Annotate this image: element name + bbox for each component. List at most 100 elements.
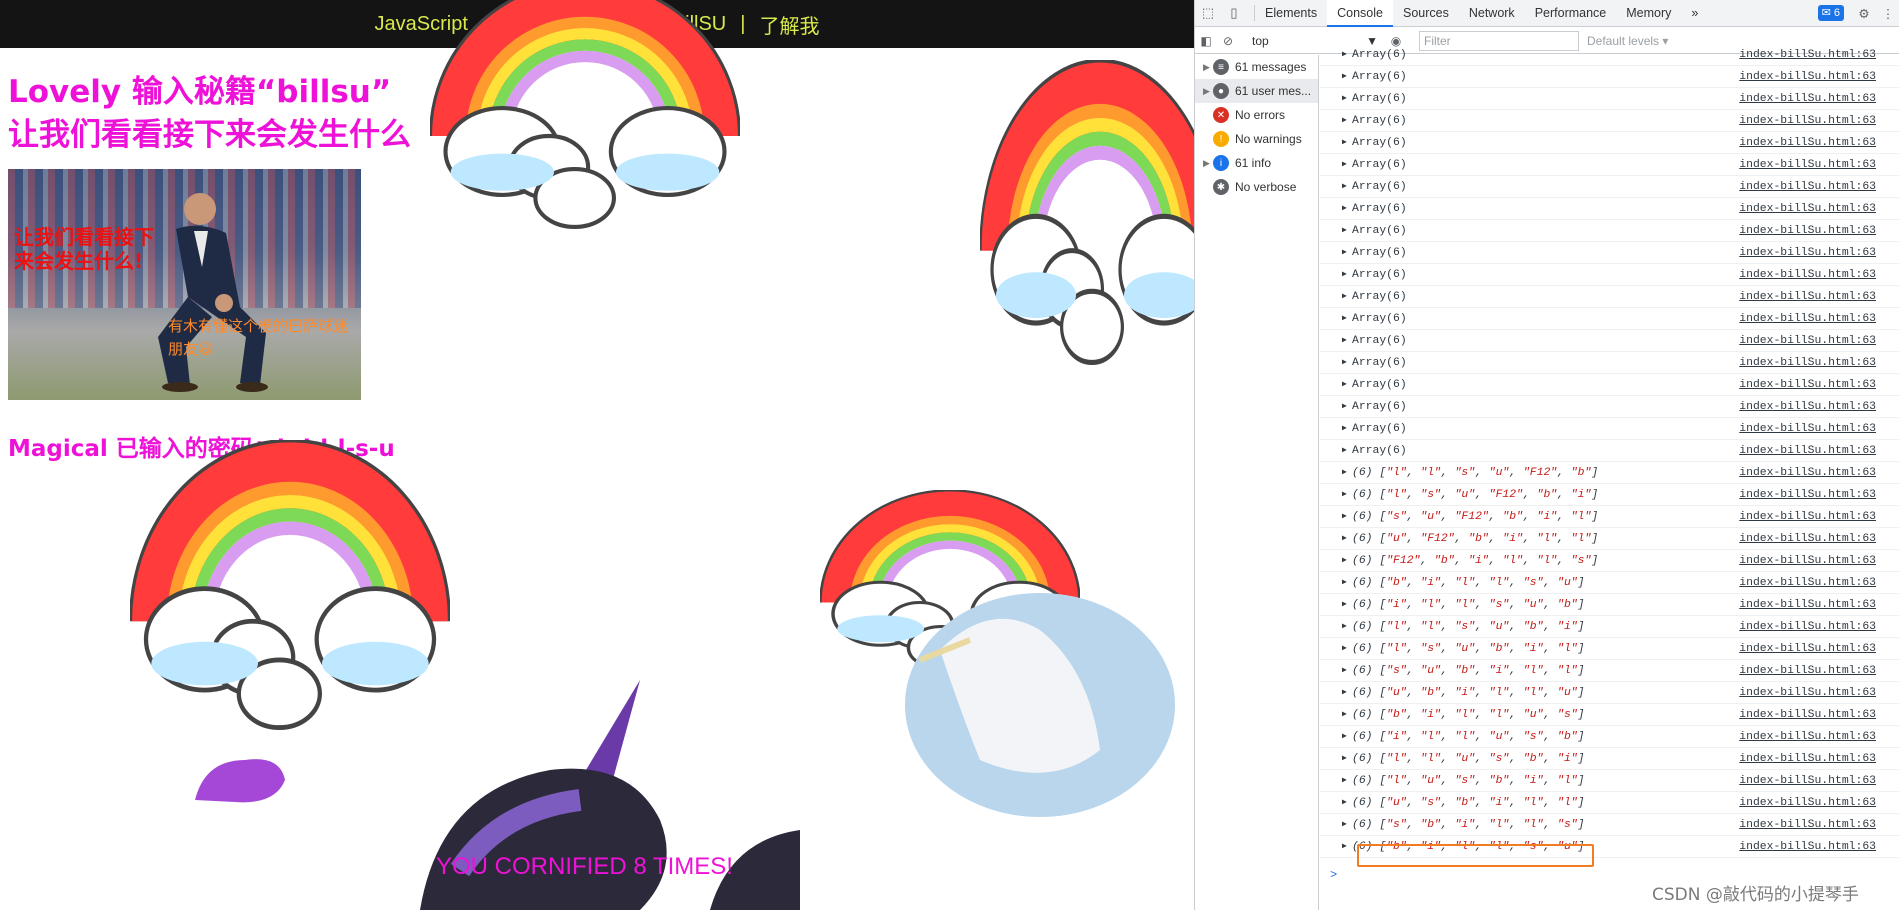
sidebar-item-5[interactable]: ✱ No verbose: [1195, 175, 1318, 199]
log-row[interactable]: ▶ Array(6) index-billSu.html:63: [1320, 330, 1899, 352]
source-link[interactable]: index-billSu.html:63: [1739, 308, 1876, 330]
console-prompt[interactable]: >: [1330, 868, 1337, 882]
source-link[interactable]: index-billSu.html:63: [1739, 638, 1876, 660]
expand-arrow-icon[interactable]: ▶: [1342, 814, 1347, 836]
log-row[interactable]: ▶ Array(6) index-billSu.html:63: [1320, 176, 1899, 198]
expand-arrow-icon[interactable]: ▶: [1342, 88, 1347, 110]
expand-arrow-icon[interactable]: ▶: [1342, 330, 1347, 352]
expand-arrow-icon[interactable]: ▶: [1342, 308, 1347, 330]
source-link[interactable]: index-billSu.html:63: [1739, 352, 1876, 374]
log-row[interactable]: ▶ Array(6) index-billSu.html:63: [1320, 132, 1899, 154]
device-toolbar-icon[interactable]: ▯: [1221, 0, 1247, 27]
source-link[interactable]: index-billSu.html:63: [1739, 550, 1876, 572]
expand-arrow-icon[interactable]: ▶: [1342, 792, 1347, 814]
log-row[interactable]: ▶ (6) ["i", "l", "l", "u", "s", "b"] index…: [1320, 726, 1899, 748]
expand-arrow-icon[interactable]: ▶: [1342, 132, 1347, 154]
source-link[interactable]: index-billSu.html:63: [1739, 418, 1876, 440]
source-link[interactable]: index-billSu.html:63: [1739, 506, 1876, 528]
tab-performance[interactable]: Performance: [1525, 0, 1617, 27]
log-row[interactable]: ▶ (6) ["s", "b", "i", "l", "l", "s"] index…: [1320, 814, 1899, 836]
tab-network[interactable]: Network: [1459, 0, 1525, 27]
log-row[interactable]: ▶ Array(6) index-billSu.html:63: [1320, 264, 1899, 286]
log-row[interactable]: ▶ (6) ["l", "s", "u", "F12", "b", "i"] ind…: [1320, 484, 1899, 506]
log-row[interactable]: ▶ (6) ["l", "l", "s", "u", "F12", "b"] ind…: [1320, 462, 1899, 484]
expand-arrow-icon[interactable]: ▶: [1342, 682, 1347, 704]
source-link[interactable]: index-billSu.html:63: [1739, 792, 1876, 814]
source-link[interactable]: index-billSu.html:63: [1739, 220, 1876, 242]
nav-link-about[interactable]: 了解我: [759, 10, 819, 39]
expand-arrow-icon[interactable]: ▶: [1342, 220, 1347, 242]
source-link[interactable]: index-billSu.html:63: [1739, 330, 1876, 352]
source-link[interactable]: index-billSu.html:63: [1739, 682, 1876, 704]
kebab-menu-icon[interactable]: ⋮: [1876, 6, 1899, 21]
sidebar-toggle-icon[interactable]: ◧: [1195, 29, 1217, 53]
log-row[interactable]: ▶ (6) ["s", "u", "b", "i", "l", "l"] index…: [1320, 660, 1899, 682]
source-link[interactable]: index-billSu.html:63: [1739, 264, 1876, 286]
expand-arrow-icon[interactable]: ▶: [1342, 506, 1347, 528]
source-link[interactable]: index-billSu.html:63: [1739, 770, 1876, 792]
expand-arrow-icon[interactable]: ▶: [1342, 770, 1347, 792]
expand-arrow-icon[interactable]: ▶: [1342, 616, 1347, 638]
source-link[interactable]: index-billSu.html:63: [1739, 44, 1876, 66]
tab-elements[interactable]: Elements: [1255, 0, 1327, 27]
expand-arrow-icon[interactable]: ▶: [1342, 704, 1347, 726]
gear-icon[interactable]: ⚙: [1852, 6, 1876, 21]
log-row[interactable]: ▶ Array(6) index-billSu.html:63: [1320, 198, 1899, 220]
log-row[interactable]: ▶ Array(6) index-billSu.html:63: [1320, 242, 1899, 264]
source-link[interactable]: index-billSu.html:63: [1739, 66, 1876, 88]
source-link[interactable]: index-billSu.html:63: [1739, 484, 1876, 506]
expand-arrow-icon[interactable]: ▶: [1342, 352, 1347, 374]
log-row[interactable]: ▶ (6) ["u", "b", "i", "l", "l", "u"] index…: [1320, 682, 1899, 704]
expand-arrow-icon[interactable]: ▶: [1342, 198, 1347, 220]
log-row[interactable]: ▶ Array(6) index-billSu.html:63: [1320, 154, 1899, 176]
expand-arrow-icon[interactable]: ▶: [1342, 374, 1347, 396]
inspect-element-icon[interactable]: ⬚: [1195, 0, 1221, 27]
source-link[interactable]: index-billSu.html:63: [1739, 242, 1876, 264]
source-link[interactable]: index-billSu.html:63: [1739, 110, 1876, 132]
tab-console[interactable]: Console: [1327, 0, 1393, 27]
source-link[interactable]: index-billSu.html:63: [1739, 132, 1876, 154]
more-tabs-button[interactable]: »: [1681, 0, 1708, 27]
expand-arrow-icon[interactable]: ▶: [1342, 550, 1347, 572]
log-row[interactable]: ▶ (6) ["u", "s", "b", "i", "l", "l"] index…: [1320, 792, 1899, 814]
log-row[interactable]: ▶ Array(6) index-billSu.html:63: [1320, 220, 1899, 242]
log-row[interactable]: ▶ (6) ["s", "u", "F12", "b", "i", "l"] ind…: [1320, 506, 1899, 528]
expand-arrow-icon[interactable]: ▶: [1342, 462, 1347, 484]
source-link[interactable]: index-billSu.html:63: [1739, 88, 1876, 110]
log-row[interactable]: ▶ (6) ["F12", "b", "i", "l", "l", "s"] ind…: [1320, 550, 1899, 572]
issues-badge[interactable]: ✉ 6: [1817, 5, 1844, 21]
source-link[interactable]: index-billSu.html:63: [1739, 154, 1876, 176]
log-row[interactable]: ▶ Array(6) index-billSu.html:63: [1320, 374, 1899, 396]
tab-sources[interactable]: Sources: [1393, 0, 1459, 27]
source-link[interactable]: index-billSu.html:63: [1739, 748, 1876, 770]
source-link[interactable]: index-billSu.html:63: [1739, 836, 1876, 858]
tab-memory[interactable]: Memory: [1616, 0, 1681, 27]
log-row[interactable]: ▶ (6) ["l", "u", "s", "b", "i", "l"] index…: [1320, 770, 1899, 792]
log-row[interactable]: ▶ (6) ["u", "F12", "b", "i", "l", "l"] ind…: [1320, 528, 1899, 550]
expand-arrow-icon[interactable]: ▶: [1342, 176, 1347, 198]
expand-arrow-icon[interactable]: ▶: [1342, 286, 1347, 308]
expand-arrow-icon[interactable]: ▶: [1342, 66, 1347, 88]
expand-arrow-icon[interactable]: ▶: [1342, 44, 1347, 66]
source-link[interactable]: index-billSu.html:63: [1739, 440, 1876, 462]
log-row[interactable]: ▶ Array(6) index-billSu.html:63: [1320, 44, 1899, 66]
source-link[interactable]: index-billSu.html:63: [1739, 572, 1876, 594]
expand-arrow-icon[interactable]: ▶: [1342, 748, 1347, 770]
source-link[interactable]: index-billSu.html:63: [1739, 594, 1876, 616]
sidebar-item-0[interactable]: ▶ ≡ 61 messages: [1195, 55, 1318, 79]
source-link[interactable]: index-billSu.html:63: [1739, 286, 1876, 308]
sidebar-item-2[interactable]: ✕ No errors: [1195, 103, 1318, 127]
expand-arrow-icon[interactable]: ▶: [1342, 418, 1347, 440]
log-row[interactable]: ▶ Array(6) index-billSu.html:63: [1320, 440, 1899, 462]
source-link[interactable]: index-billSu.html:63: [1739, 528, 1876, 550]
expand-arrow-icon[interactable]: ▶: [1342, 396, 1347, 418]
expand-arrow-icon[interactable]: ▶: [1342, 638, 1347, 660]
sidebar-item-4[interactable]: ▶ i 61 info: [1195, 151, 1318, 175]
log-row[interactable]: ▶ Array(6) index-billSu.html:63: [1320, 396, 1899, 418]
expand-arrow-icon[interactable]: ▶: [1342, 484, 1347, 506]
source-link[interactable]: index-billSu.html:63: [1739, 814, 1876, 836]
expand-arrow-icon[interactable]: ▶: [1342, 154, 1347, 176]
log-row[interactable]: ▶ (6) ["l", "l", "s", "u", "b", "i"] index…: [1320, 616, 1899, 638]
source-link[interactable]: index-billSu.html:63: [1739, 198, 1876, 220]
log-row[interactable]: ▶ Array(6) index-billSu.html:63: [1320, 418, 1899, 440]
